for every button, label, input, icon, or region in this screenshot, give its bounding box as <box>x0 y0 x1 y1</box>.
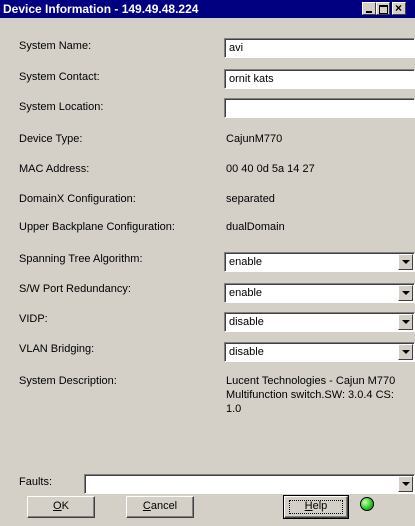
vidp-label: VIDP: <box>19 313 48 325</box>
maximize-button[interactable] <box>376 2 390 15</box>
mac-address-label: MAC Address: <box>19 163 90 175</box>
system-location-label: System Location: <box>19 101 104 113</box>
close-button[interactable]: × <box>392 1 406 15</box>
vlan-bridging-label: VLAN Bridging: <box>19 343 95 355</box>
ok-mnemonic: O <box>53 500 62 512</box>
title-bar[interactable]: Device Information - 149.49.48.224 × <box>0 0 415 18</box>
system-location-field[interactable] <box>224 98 415 118</box>
vlan-bridging-select[interactable]: disable <box>224 342 415 362</box>
upper-backplane-configuration-value: dualDomain <box>226 221 285 233</box>
vidp-value: disable <box>229 316 264 328</box>
sw-port-redundancy-select[interactable]: enable <box>224 283 415 303</box>
cancel-button[interactable]: Cancel <box>126 496 194 518</box>
device-type-label: Device Type: <box>19 133 83 145</box>
ok-label-rest: K <box>61 500 69 512</box>
spanning-tree-algorithm-select[interactable]: enable <box>224 252 415 272</box>
help-label-rest: elp <box>312 500 328 512</box>
system-name-label: System Name: <box>19 40 92 52</box>
spanning-tree-algorithm-label: Spanning Tree Algorithm: <box>19 253 143 265</box>
domainx-configuration-label: DomainX Configuration: <box>19 193 136 205</box>
chevron-down-icon[interactable] <box>398 344 413 360</box>
cancel-label-rest: ancel <box>150 500 178 512</box>
status-led-icon <box>360 497 374 511</box>
ok-button[interactable]: OK <box>27 496 95 518</box>
domainx-configuration-value: separated <box>226 193 275 205</box>
system-description-label: System Description: <box>19 375 117 387</box>
spanning-tree-algorithm-value: enable <box>229 256 263 268</box>
system-contact-field[interactable]: ornit kats <box>224 69 415 89</box>
sw-port-redundancy-value: enable <box>229 287 263 299</box>
faults-select[interactable] <box>84 474 415 494</box>
system-description-value: Lucent Technologies - Cajun M770 Multifu… <box>226 375 396 415</box>
chevron-down-icon[interactable] <box>398 285 413 301</box>
upper-backplane-configuration-label: Upper Backplane Configuration: <box>19 221 175 233</box>
device-type-value: CajunM770 <box>226 133 283 145</box>
chevron-down-icon[interactable] <box>398 254 413 270</box>
vlan-bridging-value: disable <box>229 346 264 358</box>
help-button[interactable]: Help <box>283 495 349 519</box>
close-icon: × <box>395 1 403 15</box>
system-name-field[interactable]: avi <box>224 38 415 58</box>
sw-port-redundancy-label: S/W Port Redundancy: <box>19 283 131 295</box>
help-mnemonic: H <box>304 500 313 512</box>
system-contact-label: System Contact: <box>19 71 100 83</box>
chevron-down-icon[interactable] <box>398 476 413 492</box>
cancel-mnemonic: C <box>142 500 151 512</box>
chevron-down-icon[interactable] <box>398 314 413 330</box>
faults-label: Faults: <box>19 476 53 488</box>
vidp-select[interactable]: disable <box>224 312 415 332</box>
mac-address-value: 00 40 0d 5a 14 27 <box>226 163 315 175</box>
minimize-button[interactable] <box>362 2 376 15</box>
window-title: Device Information - 149.49.48.224 <box>3 2 199 16</box>
